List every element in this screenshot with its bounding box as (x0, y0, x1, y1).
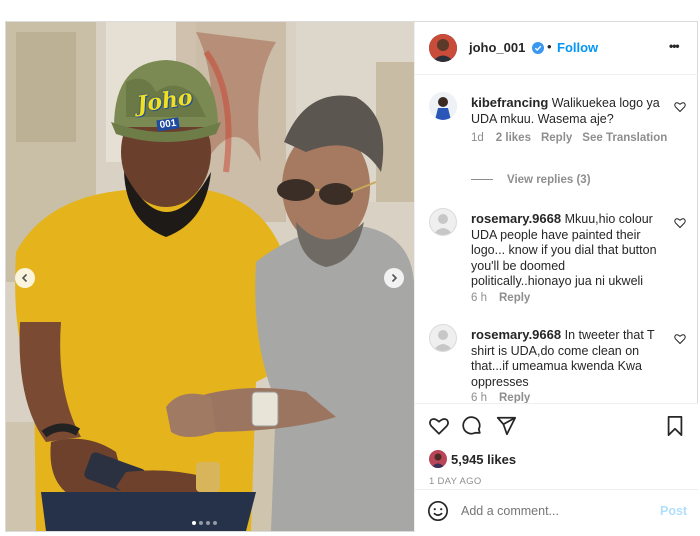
bookmark-icon[interactable] (665, 415, 685, 437)
share-icon[interactable] (495, 415, 517, 437)
comment-like-icon[interactable] (674, 101, 686, 113)
comment-username[interactable]: kibefrancing (471, 95, 548, 110)
comment-username[interactable]: rosemary.9668 (471, 211, 561, 226)
comment-text: rosemary.9668 Mkuu,hio colour UDA people… (471, 211, 667, 290)
header-separator: • (547, 39, 552, 54)
carousel-next-button[interactable] (384, 268, 404, 288)
commenter-avatar[interactable] (429, 92, 457, 120)
add-comment-input[interactable] (461, 502, 641, 520)
comment-time[interactable]: 1d (471, 132, 484, 144)
comment-meta: 6 h Reply (471, 292, 540, 304)
comment-like-icon[interactable] (674, 217, 686, 229)
carousel-dot (191, 521, 196, 525)
comment-time[interactable]: 6 h (471, 292, 487, 304)
likes-count[interactable]: 5,945 likes (451, 452, 516, 467)
comment-likes[interactable]: 2 likes (496, 132, 531, 144)
carousel-dot (205, 521, 210, 525)
commenter-avatar[interactable] (429, 208, 457, 236)
view-replies-line (471, 179, 493, 181)
view-replies-button[interactable]: View replies (3) (471, 174, 591, 186)
cap-logo-number: 001 (156, 117, 181, 132)
more-options-icon[interactable]: ••• (669, 39, 680, 53)
liker-avatar[interactable] (429, 450, 447, 468)
add-comment-bar: Post (415, 489, 698, 532)
author-username[interactable]: joho_001 (469, 40, 525, 55)
author-avatar[interactable] (429, 34, 457, 62)
comment-username[interactable]: rosemary.9668 (471, 327, 561, 342)
comment-meta: 1d 2 likes Reply See Translation (471, 132, 677, 144)
post-side-panel: joho_001 • Follow ••• kibefrancing Walik… (414, 22, 698, 532)
comment-reply-button[interactable]: Reply (499, 392, 530, 403)
comment-item: rosemary.9668 In tweeter that T shirt is… (415, 324, 698, 403)
default-avatar-icon (433, 330, 453, 351)
post-age[interactable]: 1 DAY AGO (429, 476, 482, 487)
comment-like-icon[interactable] (674, 333, 686, 345)
heart-icon[interactable] (428, 415, 450, 437)
carousel-dots (190, 512, 218, 530)
emoji-icon[interactable] (427, 500, 449, 522)
see-translation-button[interactable]: See Translation (582, 132, 667, 144)
post-card: Joho 001 joho_001 • Follow ••• kibefranc… (5, 21, 698, 532)
verified-badge-icon (532, 42, 544, 54)
chevron-left-icon (21, 273, 28, 283)
comment-meta: 6 h Reply (471, 392, 540, 403)
view-replies-label: View replies (3) (507, 174, 591, 186)
comment-text: rosemary.9668 In tweeter that T shirt is… (471, 327, 667, 390)
chevron-right-icon (391, 273, 398, 283)
default-avatar-icon (433, 214, 453, 235)
comment-text: kibefrancing Walikuekea logo ya UDA mkuu… (471, 95, 667, 127)
liker-avatar-image (429, 450, 447, 468)
photo-illustration (6, 22, 414, 531)
post-header: joho_001 • Follow ••• (415, 22, 698, 75)
commenter-avatar[interactable] (429, 324, 457, 352)
comment-icon[interactable] (461, 415, 483, 437)
follow-button[interactable]: Follow (557, 40, 598, 55)
post-photo[interactable]: Joho 001 (6, 22, 414, 531)
commenter-avatar-image (429, 92, 457, 120)
comment-time[interactable]: 6 h (471, 392, 487, 403)
comment-reply-button[interactable]: Reply (541, 132, 572, 144)
carousel-dot (212, 521, 217, 525)
post-comment-button[interactable]: Post (660, 504, 687, 518)
author-avatar-image (429, 34, 457, 62)
carousel-dot (198, 521, 203, 525)
comment-reply-button[interactable]: Reply (499, 292, 530, 304)
carousel-prev-button[interactable] (15, 268, 35, 288)
